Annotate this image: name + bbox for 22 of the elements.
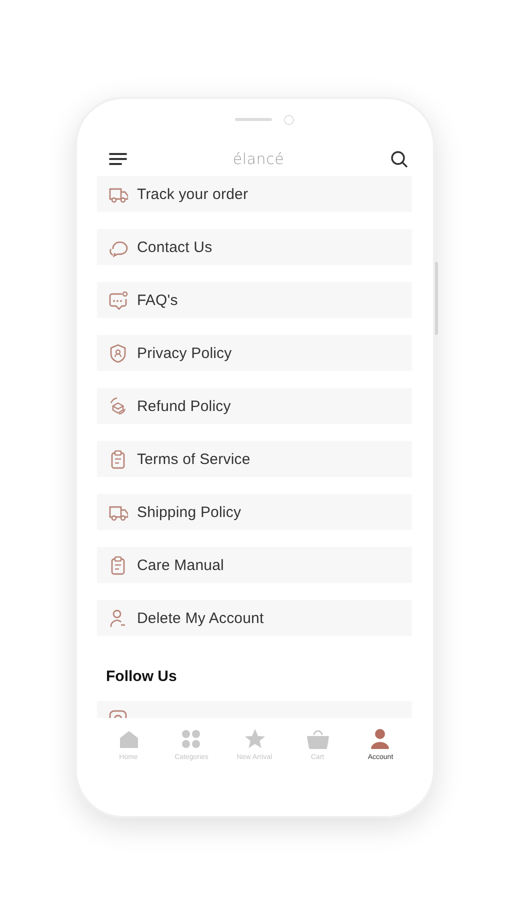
message-dots-icon xyxy=(108,290,128,310)
bag-icon xyxy=(306,728,328,750)
speaker-grille xyxy=(235,118,272,121)
user-remove-icon xyxy=(108,608,128,628)
box-arrows-icon xyxy=(108,396,128,416)
menu-item[interactable]: FAQ's xyxy=(97,282,412,318)
section-title: Follow Us xyxy=(106,668,178,685)
menu-item[interactable]: Contact Us xyxy=(97,229,412,265)
search-icon[interactable] xyxy=(390,150,408,168)
grid-icon xyxy=(180,728,202,750)
menu-item[interactable]: Track your order xyxy=(97,176,412,212)
person-icon xyxy=(369,728,392,750)
menu-item[interactable]: Delete My Account xyxy=(97,600,412,636)
menu-item[interactable]: Refund Policy xyxy=(97,388,412,424)
menu-item[interactable]: Shipping Policy xyxy=(97,494,412,530)
menu-icon[interactable] xyxy=(109,152,127,166)
camera-lens xyxy=(284,115,294,125)
shield-icon xyxy=(108,342,128,364)
menu-item[interactable]: Privacy Policy xyxy=(97,335,412,371)
menu-item[interactable]: Terms of Service xyxy=(97,441,412,477)
menu-item[interactable]: Care Manual xyxy=(97,547,412,583)
star-icon xyxy=(244,728,266,750)
